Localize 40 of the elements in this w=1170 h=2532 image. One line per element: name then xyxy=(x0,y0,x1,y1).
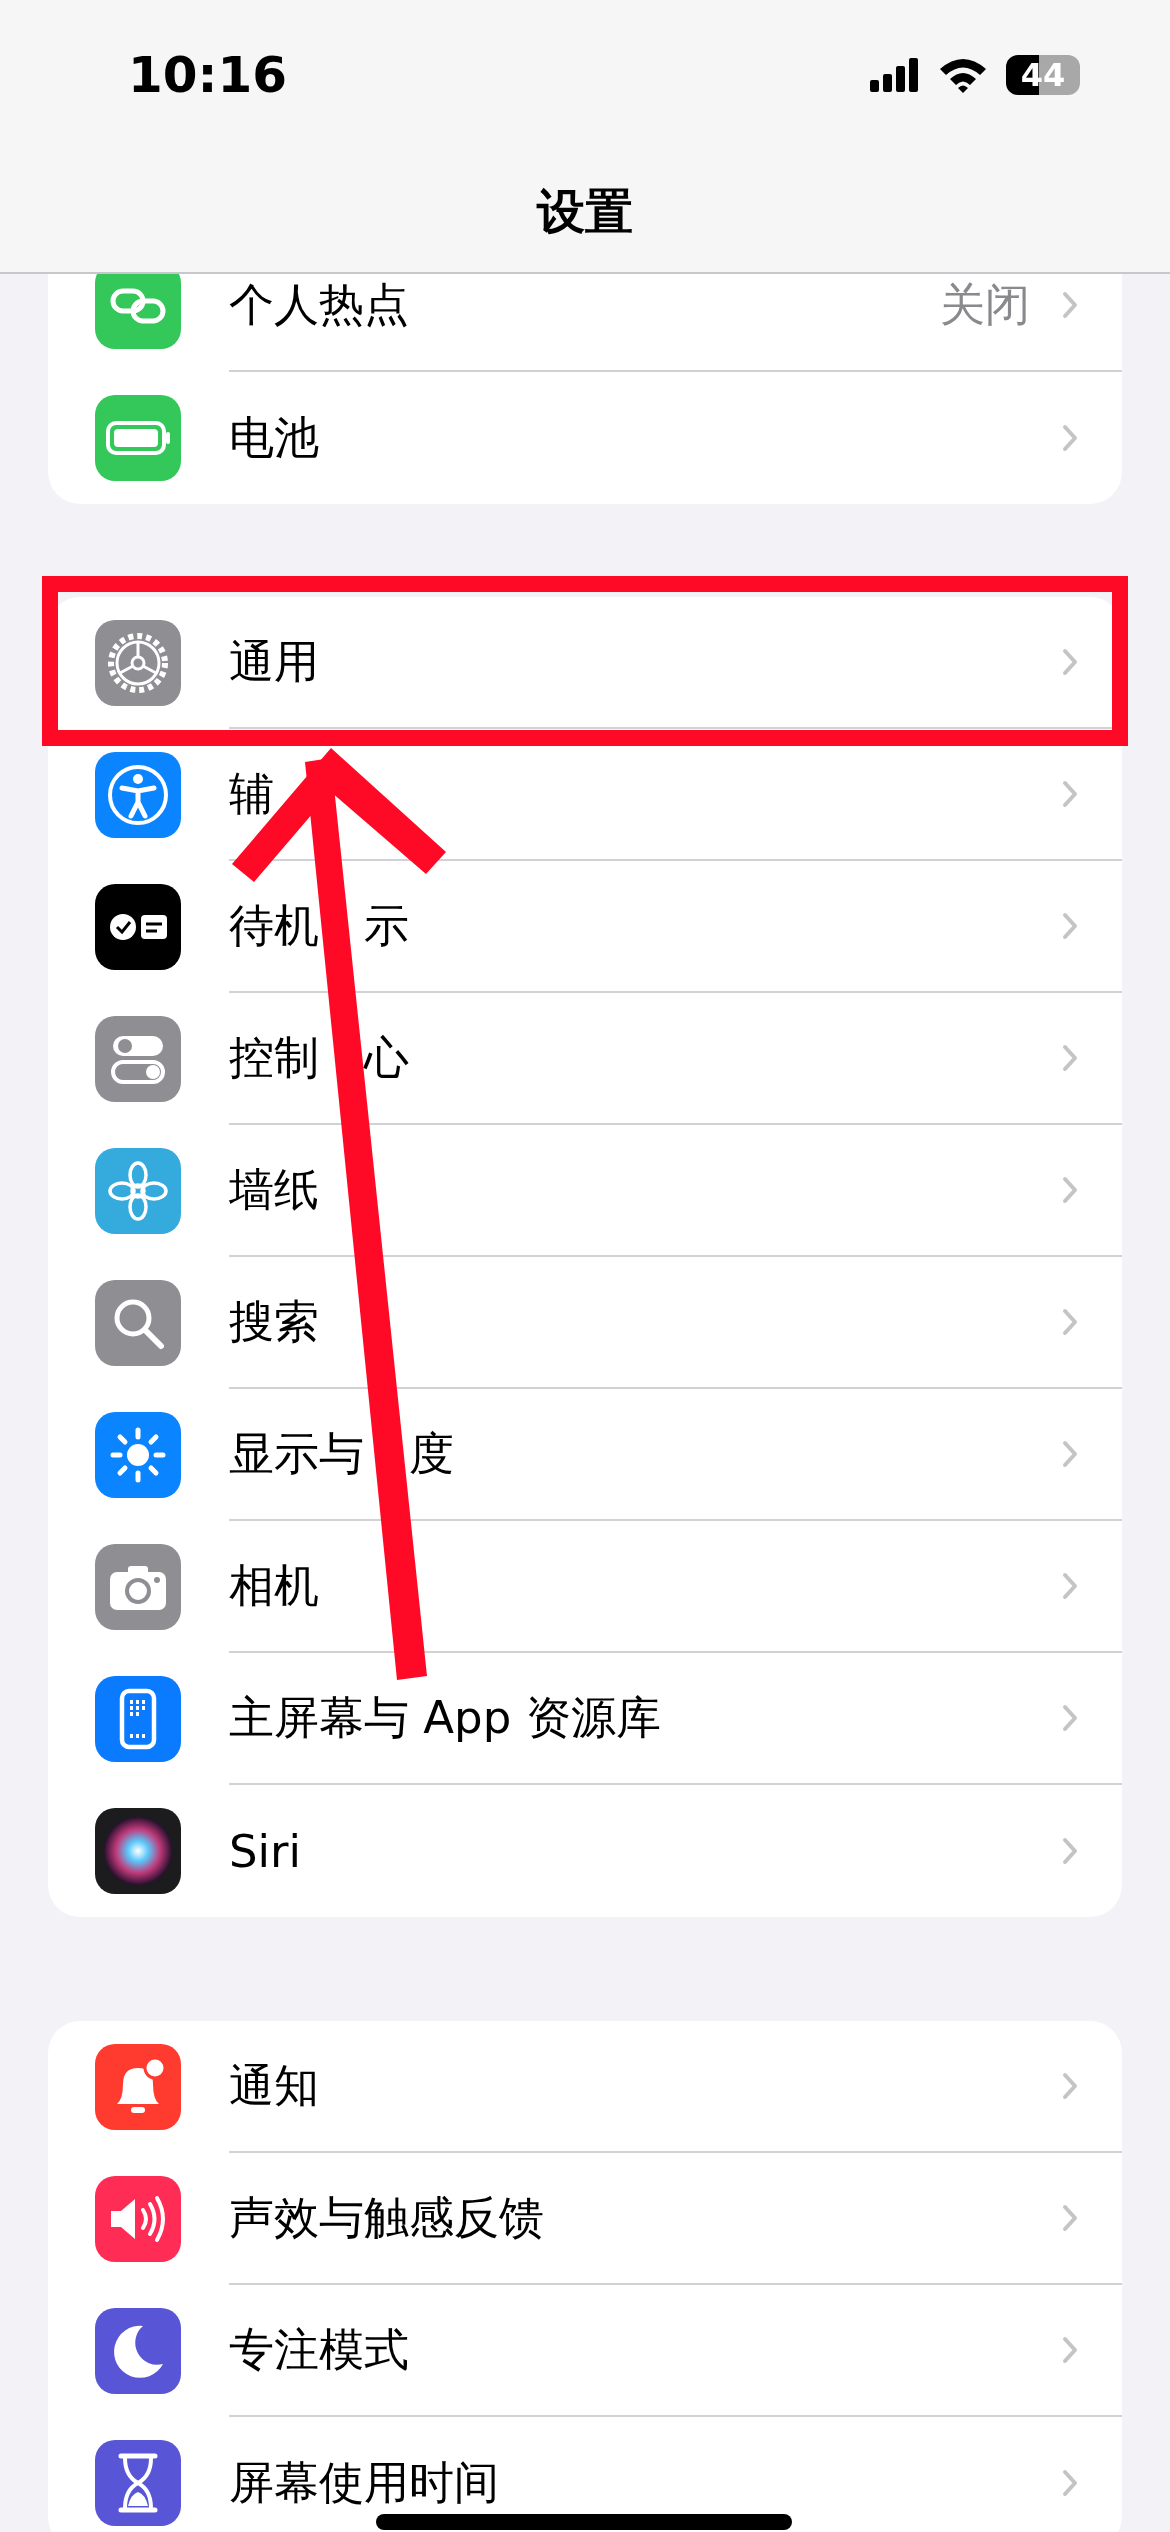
chevron-icon xyxy=(1062,1176,1078,1204)
chevron-icon xyxy=(1062,2336,1078,2364)
setting-label[interactable]: 相机 xyxy=(229,1556,319,1616)
setting-label[interactable]: 示 xyxy=(364,896,409,956)
setting-label[interactable]: 心 xyxy=(364,1028,409,1088)
setting-label[interactable]: Siri xyxy=(229,1824,302,1878)
status-time: 10:16 xyxy=(128,46,288,104)
chevron-icon xyxy=(1062,1044,1078,1072)
wifi-icon xyxy=(938,57,988,93)
setting-label[interactable]: 声效与触感反馈 xyxy=(229,2188,544,2248)
setting-label[interactable]: 墙纸 xyxy=(229,1160,319,1220)
chevron-icon xyxy=(1062,1837,1078,1865)
setting-label[interactable]: 个人热点 xyxy=(229,275,409,335)
chevron-icon xyxy=(1062,1572,1078,1600)
setting-label[interactable]: 辅 xyxy=(229,764,274,824)
chevron-icon xyxy=(1062,291,1078,319)
setting-label[interactable]: 度 xyxy=(409,1424,454,1484)
setting-label[interactable]: 搜索 xyxy=(229,1292,319,1352)
setting-label[interactable]: 电池 xyxy=(229,408,319,468)
setting-label[interactable]: 主屏幕与 App 资源库 xyxy=(229,1688,661,1748)
chevron-icon xyxy=(1062,912,1078,940)
setting-label[interactable]: 通知 xyxy=(229,2056,319,2116)
chevron-icon xyxy=(1062,1704,1078,1732)
setting-label[interactable]: 待机 xyxy=(229,896,319,956)
setting-label[interactable]: 控制 xyxy=(229,1028,319,1088)
chevron-icon xyxy=(1062,648,1078,676)
chevron-icon xyxy=(1062,424,1078,452)
setting-value: 关闭 xyxy=(940,277,1030,333)
setting-label[interactable]: 通用 xyxy=(229,632,319,692)
chevron-icon xyxy=(1062,2072,1078,2100)
chevron-icon xyxy=(1062,2469,1078,2497)
chevron-icon xyxy=(1062,1440,1078,1468)
page-title: 设置 xyxy=(535,182,634,241)
chevron-icon xyxy=(1062,2204,1078,2232)
setting-label[interactable]: 屏幕使用时间 xyxy=(229,2453,499,2513)
setting-label[interactable]: 显示与 xyxy=(229,1424,364,1484)
setting-label[interactable]: 专注模式 xyxy=(229,2320,409,2380)
chevron-icon xyxy=(1062,1308,1078,1336)
signal-icon xyxy=(870,58,920,92)
chevron-icon xyxy=(1062,780,1078,808)
